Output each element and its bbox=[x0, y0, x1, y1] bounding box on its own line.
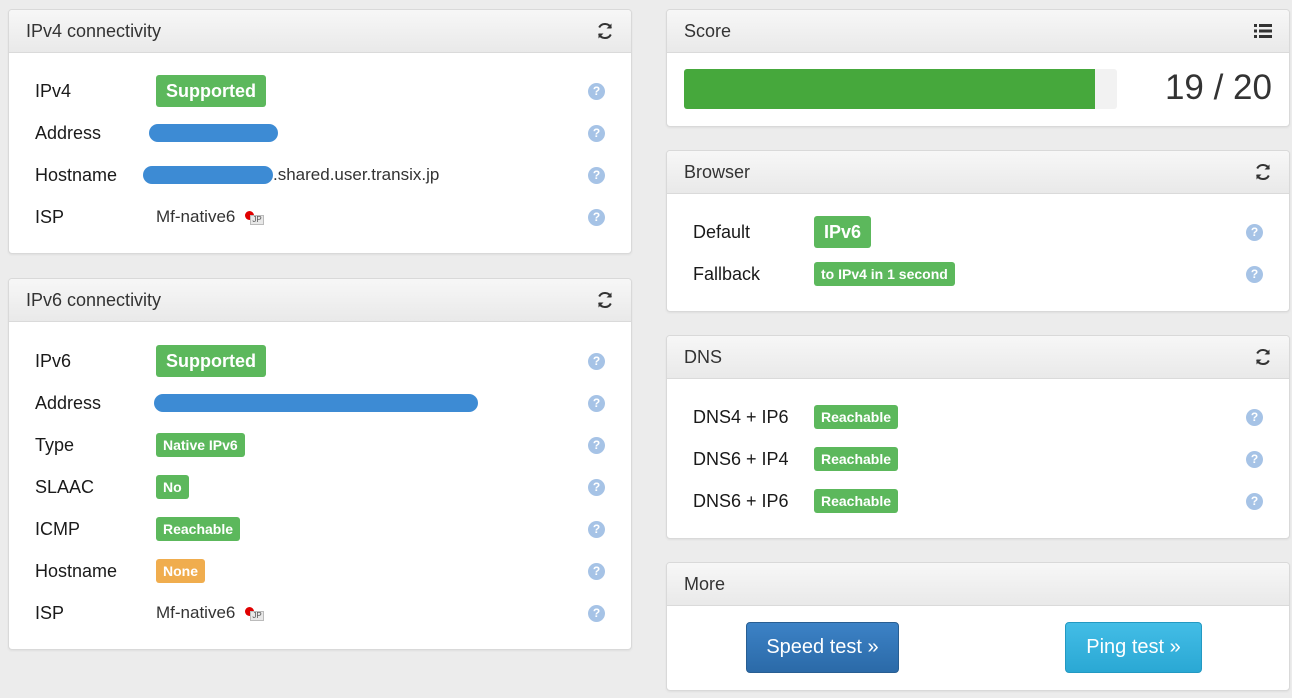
help-icon[interactable]: ? bbox=[1246, 265, 1263, 283]
browser-panel-header: Browser bbox=[667, 151, 1289, 194]
redacted-address bbox=[154, 394, 478, 412]
dns-badge: Reachable bbox=[814, 489, 899, 513]
row-label: Type bbox=[35, 434, 75, 455]
speed-test-button[interactable]: Speed test » bbox=[746, 622, 899, 673]
status-badge: Supported bbox=[156, 75, 266, 107]
help-icon[interactable]: ? bbox=[588, 394, 605, 412]
more-panel: More Speed test » Ping test » bbox=[666, 562, 1290, 691]
ipv6-row-status: IPv6 Supported ? bbox=[9, 345, 631, 377]
help-icon[interactable]: ? bbox=[588, 436, 605, 454]
ipv6-panel: IPv6 connectivity IPv6 Supported ? Addre… bbox=[8, 278, 632, 650]
ipv6-panel-header: IPv6 connectivity bbox=[9, 279, 631, 322]
score-progress-fill bbox=[684, 69, 1096, 109]
dns-badge: Reachable bbox=[814, 447, 899, 471]
refresh-icon[interactable] bbox=[595, 21, 615, 41]
refresh-icon[interactable] bbox=[595, 290, 615, 310]
help-icon[interactable]: ? bbox=[1246, 492, 1263, 510]
ipv4-row-hostname: Hostname .shared.user.transix.jp ? bbox=[9, 160, 631, 190]
refresh-icon[interactable] bbox=[1253, 347, 1273, 367]
row-label: DNS6 + IP6 bbox=[693, 490, 789, 511]
help-icon[interactable]: ? bbox=[588, 208, 605, 226]
row-label: DNS6 + IP4 bbox=[693, 448, 789, 469]
row-label: Fallback bbox=[693, 263, 761, 284]
row-label: SLAAC bbox=[35, 476, 95, 497]
row-label: IPv6 bbox=[35, 350, 72, 371]
browser-row-default: Default IPv6 ? bbox=[667, 216, 1289, 248]
ipv4-panel-header: IPv4 connectivity bbox=[9, 10, 631, 53]
help-icon[interactable]: ? bbox=[1246, 450, 1263, 468]
redacted-hostname bbox=[143, 166, 273, 184]
type-badge: Native IPv6 bbox=[156, 433, 245, 457]
isp-value: Mf-native6 bbox=[156, 603, 236, 622]
more-panel-title: More bbox=[684, 573, 726, 594]
help-icon[interactable]: ? bbox=[588, 562, 605, 580]
help-icon[interactable]: ? bbox=[588, 82, 605, 100]
redacted-address bbox=[149, 124, 278, 142]
row-label: ICMP bbox=[35, 518, 80, 539]
row-label: Hostname bbox=[35, 164, 118, 185]
dns-row-dns6-ip6: DNS6 + IP6 Reachable ? bbox=[667, 486, 1289, 516]
row-label: Address bbox=[35, 122, 102, 143]
ipv4-row-status: IPv4 Supported ? bbox=[9, 75, 631, 107]
refresh-icon[interactable] bbox=[1253, 162, 1273, 182]
help-icon[interactable]: ? bbox=[588, 352, 605, 370]
japan-flag-icon: JP bbox=[243, 209, 264, 225]
dns-panel-header: DNS bbox=[667, 336, 1289, 379]
ipv4-panel: IPv4 connectivity IPv4 Supported ? Addre… bbox=[8, 9, 632, 254]
row-label: Address bbox=[35, 392, 102, 413]
row-label: IPv4 bbox=[35, 80, 72, 101]
status-badge: Supported bbox=[156, 345, 266, 377]
ipv6-row-address: Address ? bbox=[9, 388, 631, 418]
ipv6-row-icmp: ICMP Reachable ? bbox=[9, 514, 631, 544]
isp-value: Mf-native6 bbox=[156, 207, 236, 226]
row-label: Hostname bbox=[35, 560, 118, 581]
dns-panel-title: DNS bbox=[684, 346, 723, 367]
dns-badge: Reachable bbox=[814, 405, 899, 429]
score-panel: Score 19 / 20 bbox=[666, 9, 1290, 127]
help-icon[interactable]: ? bbox=[588, 478, 605, 496]
score-progress-bar bbox=[684, 69, 1117, 109]
ping-test-button[interactable]: Ping test » bbox=[1065, 622, 1202, 673]
row-label: ISP bbox=[35, 602, 65, 623]
japan-flag-icon: JP bbox=[243, 605, 264, 621]
row-label: Default bbox=[693, 221, 751, 242]
ipv4-row-address: Address ? bbox=[9, 118, 631, 148]
help-icon[interactable]: ? bbox=[1246, 408, 1263, 426]
ipv6-panel-title: IPv6 connectivity bbox=[26, 289, 162, 310]
score-value: 19 / 20 bbox=[1164, 68, 1272, 107]
icmp-badge: Reachable bbox=[156, 517, 241, 541]
default-badge: IPv6 bbox=[814, 216, 872, 248]
browser-row-fallback: Fallback to IPv4 in 1 second ? bbox=[667, 259, 1289, 289]
dns-panel: DNS DNS4 + IP6 Reachable ? DNS6 + IP4 Re… bbox=[666, 335, 1290, 539]
list-icon[interactable] bbox=[1253, 21, 1273, 41]
dns-row-dns6-ip4: DNS6 + IP4 Reachable ? bbox=[667, 444, 1289, 474]
help-icon[interactable]: ? bbox=[588, 124, 605, 142]
hostname-badge: None bbox=[156, 559, 205, 583]
more-panel-header: More bbox=[667, 563, 1289, 606]
help-icon[interactable]: ? bbox=[588, 166, 605, 184]
score-panel-title: Score bbox=[684, 20, 732, 41]
ipv4-row-isp: ISP Mf-native6 JP ? bbox=[9, 202, 631, 232]
ipv6-row-slaac: SLAAC No ? bbox=[9, 472, 631, 502]
ipv6-row-hostname: Hostname None ? bbox=[9, 556, 631, 586]
help-icon[interactable]: ? bbox=[588, 520, 605, 538]
slaac-badge: No bbox=[156, 475, 189, 499]
row-label: ISP bbox=[35, 206, 65, 227]
score-panel-header: Score bbox=[667, 10, 1289, 53]
fallback-badge: to IPv4 in 1 second bbox=[814, 262, 955, 286]
help-icon[interactable]: ? bbox=[1246, 223, 1263, 241]
ipv4-panel-title: IPv4 connectivity bbox=[26, 20, 162, 41]
row-label: DNS4 + IP6 bbox=[693, 406, 789, 427]
ipv6-row-isp: ISP Mf-native6 JP ? bbox=[9, 598, 631, 628]
browser-panel-title: Browser bbox=[684, 161, 751, 182]
help-icon[interactable]: ? bbox=[588, 604, 605, 622]
dns-row-dns4-ip6: DNS4 + IP6 Reachable ? bbox=[667, 402, 1289, 432]
hostname-suffix: .shared.user.transix.jp bbox=[273, 165, 440, 184]
ipv6-row-type: Type Native IPv6 ? bbox=[9, 430, 631, 460]
browser-panel: Browser Default IPv6 ? Fallback to IPv4 … bbox=[666, 150, 1290, 312]
